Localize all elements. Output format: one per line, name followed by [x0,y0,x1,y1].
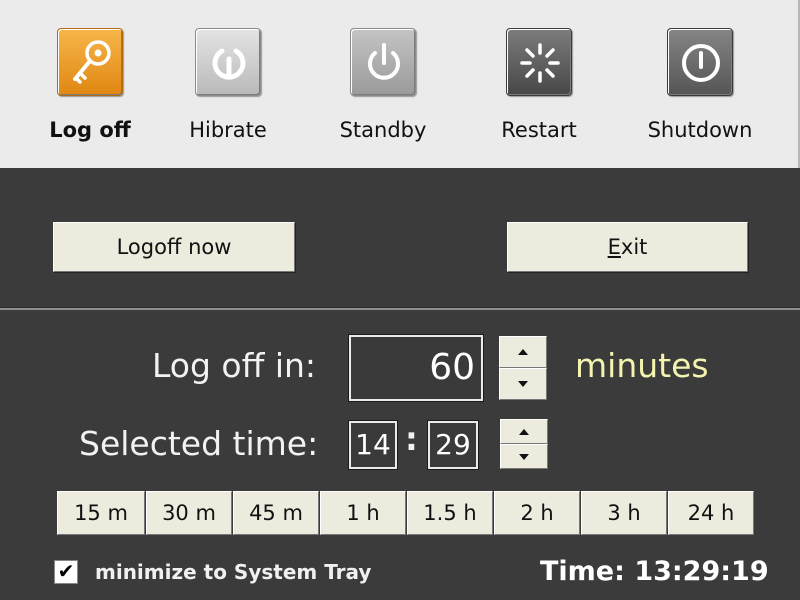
action-label: Shutdown [647,118,753,142]
minimize-tray-label: minimize to System Tray [95,560,372,584]
exit-button[interactable]: Exit [507,222,748,272]
countdown-label: Log off in: [152,346,317,385]
preset-15m-button[interactable]: 15 m [57,491,145,535]
selected-minute-input[interactable]: 29 [427,420,479,470]
action-standby[interactable]: Standby [318,28,448,142]
standby-icon [350,28,416,96]
selected-time-up-button[interactable] [500,419,548,444]
selected-time-spinner [500,419,548,469]
action-label: Log off [49,118,131,142]
selected-time-down-button[interactable] [500,444,548,469]
current-time-clock: Time: 13:29:19 [540,556,769,587]
countdown-down-button[interactable] [499,368,547,400]
arrow-down-icon [518,381,528,387]
countdown-up-button[interactable] [499,336,547,368]
action-shutdown[interactable]: Shutdown [635,28,765,142]
action-log-off[interactable]: Log off [25,28,155,142]
arrow-up-icon [518,349,528,355]
divider [0,307,800,310]
preset-24h-button[interactable]: 24 h [668,491,754,535]
key-icon [57,28,123,96]
countdown-spinner [499,336,547,400]
preset-30m-button[interactable]: 30 m [146,491,232,535]
time-separator: : [405,420,418,458]
hibernate-icon [195,28,261,96]
action-restart[interactable]: Restart [474,28,604,142]
countdown-minutes-input[interactable]: 60 [348,334,484,402]
arrow-down-icon [519,453,529,460]
logoff-now-button[interactable]: Logoff now [53,222,295,272]
preset-2h-button[interactable]: 2 h [494,491,580,535]
selected-time-label: Selected time: [79,424,319,463]
preset-1h-button[interactable]: 1 h [320,491,406,535]
action-toolbar: Log off Hibrate Standby Restart Shutdown [0,0,800,168]
minimize-tray-checkbox[interactable]: ✔ [54,560,78,584]
action-label: Restart [501,118,577,142]
action-label: Standby [339,118,427,142]
action-hibernate[interactable]: Hibrate [163,28,293,142]
preset-45m-button[interactable]: 45 m [233,491,319,535]
action-label: Hibrate [189,118,267,142]
countdown-unit: minutes [575,346,709,385]
preset-3h-button[interactable]: 3 h [581,491,667,535]
arrow-up-icon [519,428,529,435]
restart-icon [506,28,572,96]
preset-1-5h-button[interactable]: 1.5 h [407,491,493,535]
checkmark-icon: ✔ [57,561,75,583]
selected-hour-input[interactable]: 14 [348,420,398,470]
shutdown-icon [667,28,733,96]
